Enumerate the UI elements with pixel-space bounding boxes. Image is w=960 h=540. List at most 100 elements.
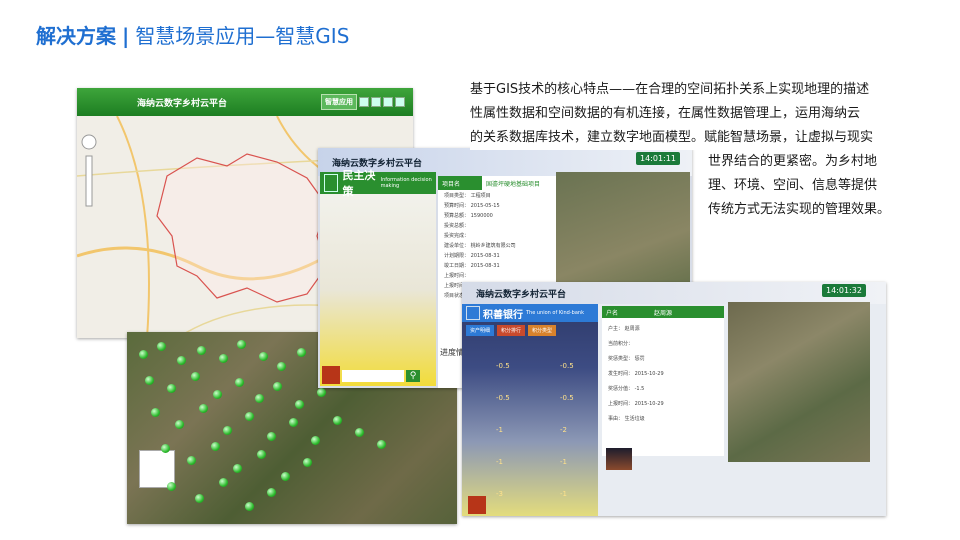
bank-record-value: -1 <box>560 458 567 466</box>
bank-side-panel: 积善银行 The union of Kind-bank 资产明细 积分排行 积分… <box>462 304 598 516</box>
map-marker-icon[interactable] <box>197 346 206 355</box>
bank-tab-ranking[interactable]: 积分排行 <box>497 325 526 336</box>
bank-record-cell[interactable]: -0.5 <box>466 382 526 404</box>
map-marker-icon[interactable] <box>267 432 276 441</box>
map-marker-icon[interactable] <box>199 404 208 413</box>
home-icon[interactable] <box>322 366 340 384</box>
app-tile-icon[interactable] <box>371 97 381 107</box>
household-form-header: 户名 赵周源 <box>602 306 724 318</box>
search-icon[interactable]: ⚲ <box>406 370 420 382</box>
bank-record-cell[interactable]: -1 <box>530 446 590 468</box>
bank-record-cell[interactable]: -2 <box>530 414 590 436</box>
map-marker-icon[interactable] <box>167 482 176 491</box>
bank-record-cell[interactable]: -1 <box>466 414 526 436</box>
evidence-photo-thumbnail[interactable] <box>606 448 632 470</box>
bank-record-cell[interactable]: -1 <box>530 478 590 500</box>
map-marker-icon[interactable] <box>219 478 228 487</box>
household-form-row: 奖惩分值： -1.5 <box>608 386 645 392</box>
map-marker-icon[interactable] <box>213 390 222 399</box>
map-marker-icon[interactable] <box>333 416 342 425</box>
bank-record-value: -3 <box>496 490 503 498</box>
map-marker-icon[interactable] <box>295 400 304 409</box>
map-marker-icon[interactable] <box>167 384 176 393</box>
bank-clock: 14:01:32 <box>822 284 866 297</box>
map-marker-icon[interactable] <box>151 408 160 417</box>
bank-record-value: -2 <box>560 426 567 434</box>
household-form-row: 奖惩类型： 惩罚 <box>608 356 645 362</box>
map-marker-icon[interactable] <box>145 376 154 385</box>
map-marker-icon[interactable] <box>195 494 204 503</box>
map-marker-icon[interactable] <box>187 456 196 465</box>
map-app-bar: 智慧应用 <box>321 94 405 110</box>
household-form-header-value: 赵周源 <box>654 309 673 317</box>
map-marker-icon[interactable] <box>191 372 200 381</box>
map-marker-icon[interactable] <box>303 458 312 467</box>
project-form-row: 上报时间： <box>444 273 470 279</box>
map-zoom-slider[interactable] <box>85 155 93 207</box>
app-tile-icon[interactable] <box>383 97 393 107</box>
description-line: 性属性数据和空间数据的有机连接，在属性数据管理上，运用海纳云 <box>470 102 890 126</box>
map-marker-icon[interactable] <box>281 472 290 481</box>
progress-label: 进度情 <box>440 348 464 357</box>
map-marker-icon[interactable] <box>273 382 282 391</box>
bank-record-cell[interactable]: -0.5 <box>530 350 590 372</box>
map-marker-icon[interactable] <box>259 352 268 361</box>
project-form-row: 计划期限： 2015-08-31 <box>444 253 500 259</box>
map-marker-icon[interactable] <box>237 340 246 349</box>
bank-tab-types[interactable]: 积分类型 <box>528 325 557 336</box>
bank-record-cell[interactable]: -1 <box>466 446 526 468</box>
map-app-button[interactable]: 智慧应用 <box>321 94 357 110</box>
map-platform-title: 海纳云数字乡村云平台 <box>137 98 228 109</box>
map-marker-icon[interactable] <box>289 418 298 427</box>
decision-panel-title-text: 民主决策 <box>342 169 376 198</box>
map-marker-icon[interactable] <box>317 388 326 397</box>
app-tile-icon[interactable] <box>359 97 369 107</box>
map-marker-icon[interactable] <box>157 342 166 351</box>
bank-record-value: -0.5 <box>496 394 510 402</box>
map-marker-icon[interactable] <box>297 348 306 357</box>
map-marker-icon[interactable] <box>235 378 244 387</box>
project-form-row: 竣工日期： 2015-08-31 <box>444 263 500 269</box>
project-form-row: 建设单位： 桃岭乡建筑有限公司 <box>444 243 516 249</box>
bank-tab-assets[interactable]: 资产明细 <box>466 325 495 336</box>
slide-title-main: 解决方案 <box>36 24 116 48</box>
map-marker-icon[interactable] <box>233 464 242 473</box>
map-marker-icon[interactable] <box>139 350 148 359</box>
description-line: 基于GIS技术的核心特点——在合理的空间拓扑关系上实现地理的描述 <box>470 78 890 102</box>
app-tile-icon[interactable] <box>395 97 405 107</box>
bank-tab-buttons: 资产明细 积分排行 积分类型 <box>462 322 598 339</box>
bank-record-cell[interactable]: -0.5 <box>466 350 526 372</box>
map-marker-icon[interactable] <box>377 440 386 449</box>
decision-panel-title: 民主决策 Information decision making <box>320 169 436 198</box>
map-marker-icon[interactable] <box>355 428 364 437</box>
household-form-row: 户主： 赵周源 <box>608 326 640 332</box>
map-marker-icon[interactable] <box>161 444 170 453</box>
map-marker-icon[interactable] <box>257 450 266 459</box>
map-marker-icon[interactable] <box>219 354 228 363</box>
slide-title-separator: | <box>122 24 130 48</box>
bank-record-cell[interactable]: -0.5 <box>530 382 590 404</box>
bank-panel-subtitle: The union of Kind-bank <box>526 310 584 316</box>
map-marker-icon[interactable] <box>267 488 276 497</box>
map-pan-control[interactable] <box>81 134 97 150</box>
description-line: 的关系数据库技术，建立数字地面模型。赋能智慧场景，让虚拟与现实 <box>470 126 890 150</box>
slide-title: 解决方案 | 智慧场景应用—智慧GIS <box>36 20 349 49</box>
decision-logo-icon <box>324 174 339 192</box>
map-marker-icon[interactable] <box>255 394 264 403</box>
decision-search-input[interactable] <box>342 370 404 382</box>
map-marker-icon[interactable] <box>175 420 184 429</box>
bank-satellite-view[interactable] <box>728 302 870 462</box>
map-marker-icon[interactable] <box>277 362 286 371</box>
household-form-row: 上报时间： 2015-10-29 <box>608 401 664 407</box>
map-marker-icon[interactable] <box>177 356 186 365</box>
household-form-rows: 户主： 赵周源 当前积分： 奖惩类型： 惩罚 发生时间： 2015-10-29 奖惩分值… <box>602 323 724 423</box>
map-marker-icon[interactable] <box>245 412 254 421</box>
home-icon[interactable] <box>468 496 486 514</box>
project-form-row: 投资完成： <box>444 233 470 239</box>
map-platform-header: 海纳云数字乡村云平台 智慧应用 <box>77 88 413 116</box>
map-marker-icon[interactable] <box>211 442 220 451</box>
map-marker-icon[interactable] <box>223 426 232 435</box>
map-marker-icon[interactable] <box>311 436 320 445</box>
map-marker-icon[interactable] <box>245 502 254 511</box>
bank-screenshot: 海纳云数字乡村云平台 14:01:32 积善银行 The union of Ki… <box>462 282 886 516</box>
